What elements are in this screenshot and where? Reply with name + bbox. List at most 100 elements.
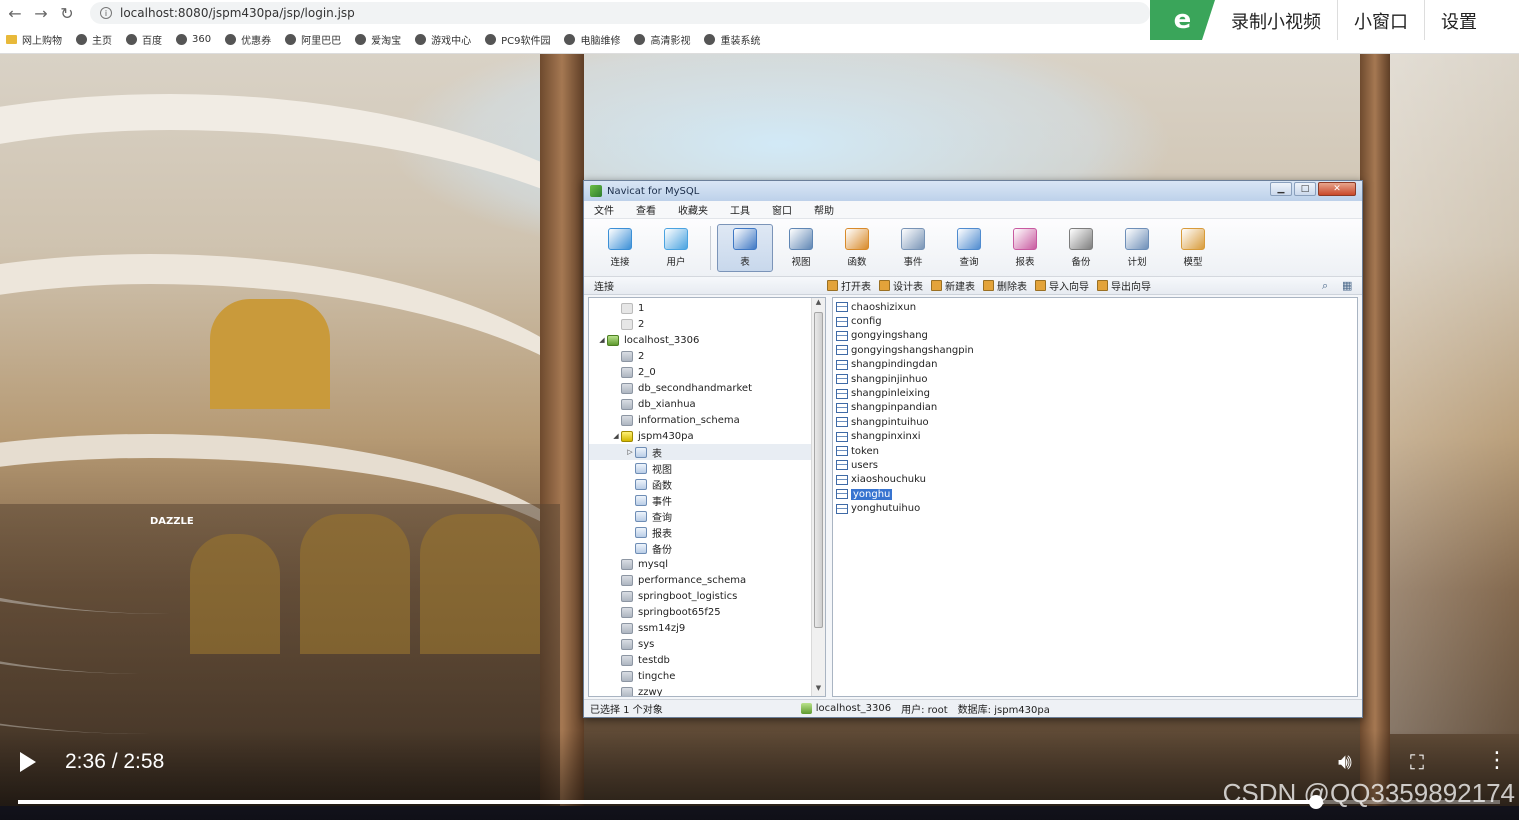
- scroll-down-icon[interactable]: ▼: [812, 684, 825, 696]
- tree-item[interactable]: 2: [589, 316, 825, 332]
- tree-item[interactable]: 报表: [589, 524, 825, 540]
- tree-item[interactable]: 2: [589, 348, 825, 364]
- table-item[interactable]: shangpinpandian: [836, 401, 1357, 415]
- navicat-window[interactable]: Navicat for MySQL ▁ □ ✕ 文件 查看 收藏夹 工具 窗口 帮助 连接…: [583, 180, 1363, 718]
- connection-tree[interactable]: 1 2 ◢ localhost_3306 2 2_0 db_secondhandmarket…: [588, 297, 826, 697]
- bookmark-item[interactable]: 重装系统: [704, 32, 760, 47]
- tree-item[interactable]: information_schema: [589, 412, 825, 428]
- menu-item[interactable]: 文件: [594, 202, 614, 217]
- table-item[interactable]: token: [836, 444, 1357, 458]
- table-item[interactable]: shangpinleixing: [836, 386, 1357, 400]
- toolbar-button-3[interactable]: 视图: [773, 224, 829, 272]
- tree-item[interactable]: testdb: [589, 652, 825, 668]
- tree-item[interactable]: 2_0: [589, 364, 825, 380]
- info-icon[interactable]: i: [100, 7, 112, 19]
- bookmark-item[interactable]: 高清影视: [634, 32, 690, 47]
- fullscreen-icon[interactable]: ⛶: [1410, 750, 1424, 774]
- tree-item[interactable]: ◢ jspm430pa: [589, 428, 825, 444]
- tree-item[interactable]: tingche: [589, 668, 825, 684]
- table-item[interactable]: yonghu: [836, 487, 1357, 501]
- bookmark-item[interactable]: 爱淘宝: [355, 32, 401, 47]
- table-item[interactable]: yonghutuihuo: [836, 501, 1357, 515]
- tree-item[interactable]: db_xianhua: [589, 396, 825, 412]
- table-item[interactable]: shangpinjinhuo: [836, 372, 1357, 386]
- menu-item[interactable]: 收藏夹: [678, 202, 708, 217]
- menu-item[interactable]: 查看: [636, 202, 656, 217]
- toolbar-button-6[interactable]: 查询: [941, 224, 997, 272]
- scroll-up-icon[interactable]: ▲: [812, 298, 825, 310]
- table-item[interactable]: shangpinxinxi: [836, 430, 1357, 444]
- tree-item[interactable]: ▷ 表: [589, 444, 825, 460]
- record-video-button[interactable]: 录制小视频: [1215, 0, 1338, 40]
- bookmark-item[interactable]: 阿里巴巴: [285, 32, 341, 47]
- play-icon[interactable]: [20, 752, 36, 772]
- tree-item[interactable]: springboot65f25: [589, 604, 825, 620]
- table-item[interactable]: users: [836, 458, 1357, 472]
- settings-button[interactable]: 设置: [1425, 0, 1493, 40]
- bookmark-item[interactable]: 百度: [126, 32, 162, 47]
- expand-icon[interactable]: ◢: [611, 432, 621, 440]
- volume-icon[interactable]: 🔊︎: [1338, 750, 1352, 775]
- bookmark-item[interactable]: 主页: [76, 32, 112, 47]
- tree-item[interactable]: 事件: [589, 492, 825, 508]
- search-icon[interactable]: ⌕: [1322, 279, 1334, 292]
- table-list[interactable]: chaoshizixun config gongyingshang gongyings…: [832, 297, 1358, 697]
- bookmark-item[interactable]: 网上购物: [6, 32, 62, 47]
- toolbar-button-0[interactable]: 连接: [592, 224, 648, 272]
- tree-item[interactable]: 1: [589, 300, 825, 316]
- action-button[interactable]: 删除表: [983, 278, 1027, 293]
- action-button[interactable]: 新建表: [931, 278, 975, 293]
- toolbar-button-1[interactable]: 用户: [648, 224, 704, 272]
- table-item[interactable]: chaoshizixun: [836, 300, 1357, 314]
- toolbar-button-8[interactable]: 备份: [1053, 224, 1109, 272]
- grid-view-icon[interactable]: ▦: [1342, 279, 1354, 292]
- menu-item[interactable]: 窗口: [772, 202, 792, 217]
- action-button[interactable]: 导入向导: [1035, 278, 1089, 293]
- scroll-thumb[interactable]: [814, 312, 823, 628]
- table-item[interactable]: shangpintuihuo: [836, 415, 1357, 429]
- title-bar[interactable]: Navicat for MySQL ▁ □ ✕: [584, 181, 1362, 201]
- table-item[interactable]: gongyingshang: [836, 329, 1357, 343]
- maximize-icon[interactable]: □: [1294, 182, 1316, 196]
- menu-item[interactable]: 工具: [730, 202, 750, 217]
- tree-item[interactable]: performance_schema: [589, 572, 825, 588]
- reload-icon[interactable]: ↻: [56, 2, 78, 24]
- toolbar-button-9[interactable]: 计划: [1109, 224, 1165, 272]
- progress-bar[interactable]: [18, 795, 1500, 809]
- tree-item[interactable]: springboot_logistics: [589, 588, 825, 604]
- tree-item[interactable]: 视图: [589, 460, 825, 476]
- expand-icon[interactable]: ▷: [625, 448, 635, 456]
- tree-item[interactable]: mysql: [589, 556, 825, 572]
- close-icon[interactable]: ✕: [1318, 182, 1356, 196]
- forward-icon[interactable]: →: [30, 2, 52, 24]
- action-button[interactable]: 打开表: [827, 278, 871, 293]
- bookmark-item[interactable]: 360: [176, 33, 211, 45]
- table-item[interactable]: shangpindingdan: [836, 358, 1357, 372]
- tree-item[interactable]: zzwy: [589, 684, 825, 696]
- tree-item[interactable]: 函数: [589, 476, 825, 492]
- tree-item[interactable]: db_secondhandmarket: [589, 380, 825, 396]
- tree-item[interactable]: 查询: [589, 508, 825, 524]
- toolbar-button-7[interactable]: 报表: [997, 224, 1053, 272]
- tree-item[interactable]: sys: [589, 636, 825, 652]
- address-bar[interactable]: i localhost:8080/jspm430pa/jsp/login.jsp: [90, 2, 1150, 24]
- mini-window-button[interactable]: 小窗口: [1338, 0, 1425, 40]
- tree-scrollbar[interactable]: ▲ ▼: [811, 298, 825, 696]
- table-item[interactable]: gongyingshangshangpin: [836, 343, 1357, 357]
- toolbar-button-5[interactable]: 事件: [885, 224, 941, 272]
- toolbar-button-2[interactable]: 表: [717, 223, 773, 272]
- toolbar-button-4[interactable]: 函数: [829, 224, 885, 272]
- tree-item[interactable]: ssm14zj9: [589, 620, 825, 636]
- bookmark-item[interactable]: 游戏中心: [415, 32, 471, 47]
- table-item[interactable]: xiaoshouchuku: [836, 473, 1357, 487]
- action-button[interactable]: 导出向导: [1097, 278, 1151, 293]
- bookmark-item[interactable]: PC9软件园: [485, 32, 550, 47]
- tree-item[interactable]: 备份: [589, 540, 825, 556]
- tree-item[interactable]: ◢ localhost_3306: [589, 332, 825, 348]
- expand-icon[interactable]: ◢: [597, 336, 607, 344]
- minimize-icon[interactable]: ▁: [1270, 182, 1292, 196]
- back-icon[interactable]: ←: [4, 2, 26, 24]
- bookmark-item[interactable]: 优惠券: [225, 32, 271, 47]
- bookmark-item[interactable]: 电脑维修: [564, 32, 620, 47]
- menu-item[interactable]: 帮助: [814, 202, 834, 217]
